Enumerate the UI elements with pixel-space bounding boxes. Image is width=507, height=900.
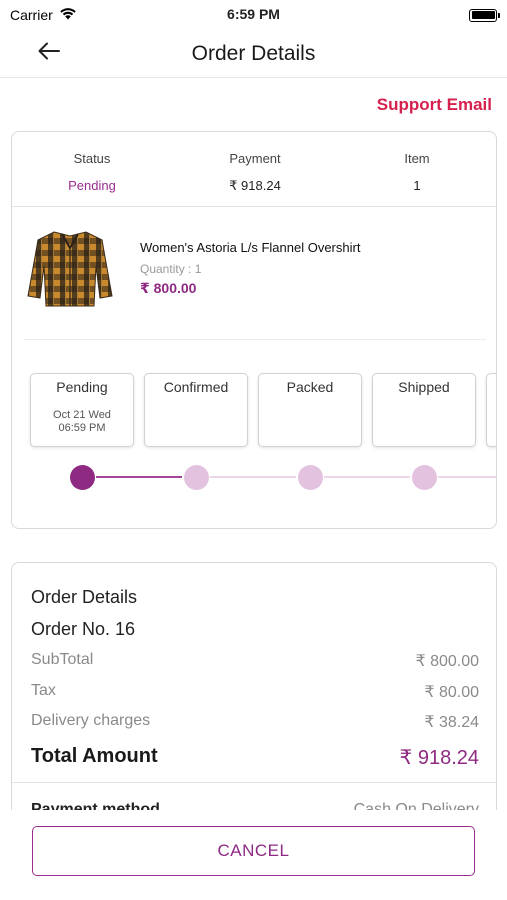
tracking-step-packed: Packed <box>258 373 362 447</box>
timeline-line-active <box>96 476 182 478</box>
subtotal-row: SubTotal ₹ 800.00 <box>31 651 479 671</box>
total-label: Total Amount <box>31 745 158 767</box>
tracking-date: Oct 21 Wed <box>53 409 111 421</box>
product-item[interactable]: Women's Astoria L/s Flannel Overshirt Qu… <box>24 220 486 340</box>
tracking-step-label: Shipped <box>398 379 450 395</box>
timeline-dot <box>412 465 437 490</box>
order-summary-card: Status Pending Payment ₹ 918.24 Item 1 W… <box>11 131 497 529</box>
tax-row: Tax ₹ 80.00 <box>31 682 479 702</box>
payment-summary: Payment ₹ 918.24 <box>175 151 335 194</box>
item-label: Item <box>404 151 430 166</box>
tracking-step-confirmed: Confirmed <box>144 373 248 447</box>
tracking-step-date: Oct 21 Wed 06:59 PM <box>31 409 133 435</box>
divider <box>12 782 496 783</box>
back-button[interactable] <box>36 40 62 66</box>
tracking-step-label: Pending <box>56 379 108 395</box>
tracking-step-partial <box>486 373 496 447</box>
tracking-step-shipped: Shipped <box>372 373 476 447</box>
tax-value: ₹ 80.00 <box>424 684 479 701</box>
tracking-step-label: Confirmed <box>163 379 229 395</box>
item-value: 1 <box>413 178 421 193</box>
status-summary: Status Pending <box>12 151 172 193</box>
timeline-dot-active <box>70 465 95 490</box>
subtotal-value: ₹ 800.00 <box>415 653 479 670</box>
support-email-link[interactable]: Support Email <box>377 95 492 115</box>
timeline-dot <box>298 465 323 490</box>
order-number: Order No. 16 <box>31 619 136 639</box>
timeline-line <box>324 476 410 478</box>
product-quantity: Quantity : 1 <box>140 262 202 276</box>
page-title: Order Details <box>191 41 316 65</box>
total-value: ₹ 918.24 <box>399 747 479 769</box>
delivery-row: Delivery charges ₹ 38.24 <box>31 712 479 732</box>
nav-bar: Order Details <box>0 30 507 78</box>
total-row: Total Amount ₹ 918.24 <box>31 745 479 770</box>
tax-label: Tax <box>31 682 56 699</box>
tracking-time: 06:59 PM <box>58 422 106 434</box>
delivery-label: Delivery charges <box>31 712 151 729</box>
product-price: ₹ 800.00 <box>140 280 197 296</box>
product-image <box>24 226 116 310</box>
delivery-value: ₹ 38.24 <box>424 714 479 731</box>
summary-row: Status Pending Payment ₹ 918.24 Item 1 <box>12 132 496 207</box>
tracking-step-label: Packed <box>286 379 334 395</box>
timeline-line <box>210 476 296 478</box>
payment-value: ₹ 918.24 <box>229 178 281 193</box>
product-name: Women's Astoria L/s Flannel Overshirt <box>140 240 361 255</box>
cancel-button[interactable]: CANCEL <box>32 826 475 876</box>
timeline-dot <box>184 465 209 490</box>
clock: 6:59 PM <box>227 6 280 22</box>
tracking-step-pending: Pending Oct 21 Wed 06:59 PM <box>30 373 134 447</box>
order-details-heading: Order Details <box>31 587 138 607</box>
status-label: Status <box>73 151 111 166</box>
payment-label: Payment <box>229 151 281 166</box>
arrow-left-icon <box>38 42 60 65</box>
bottom-action-bar: CANCEL <box>0 810 507 900</box>
status-value: Pending <box>68 178 116 193</box>
timeline-line <box>438 476 496 478</box>
item-summary: Item 1 <box>337 151 496 193</box>
subtotal-label: SubTotal <box>31 651 94 668</box>
